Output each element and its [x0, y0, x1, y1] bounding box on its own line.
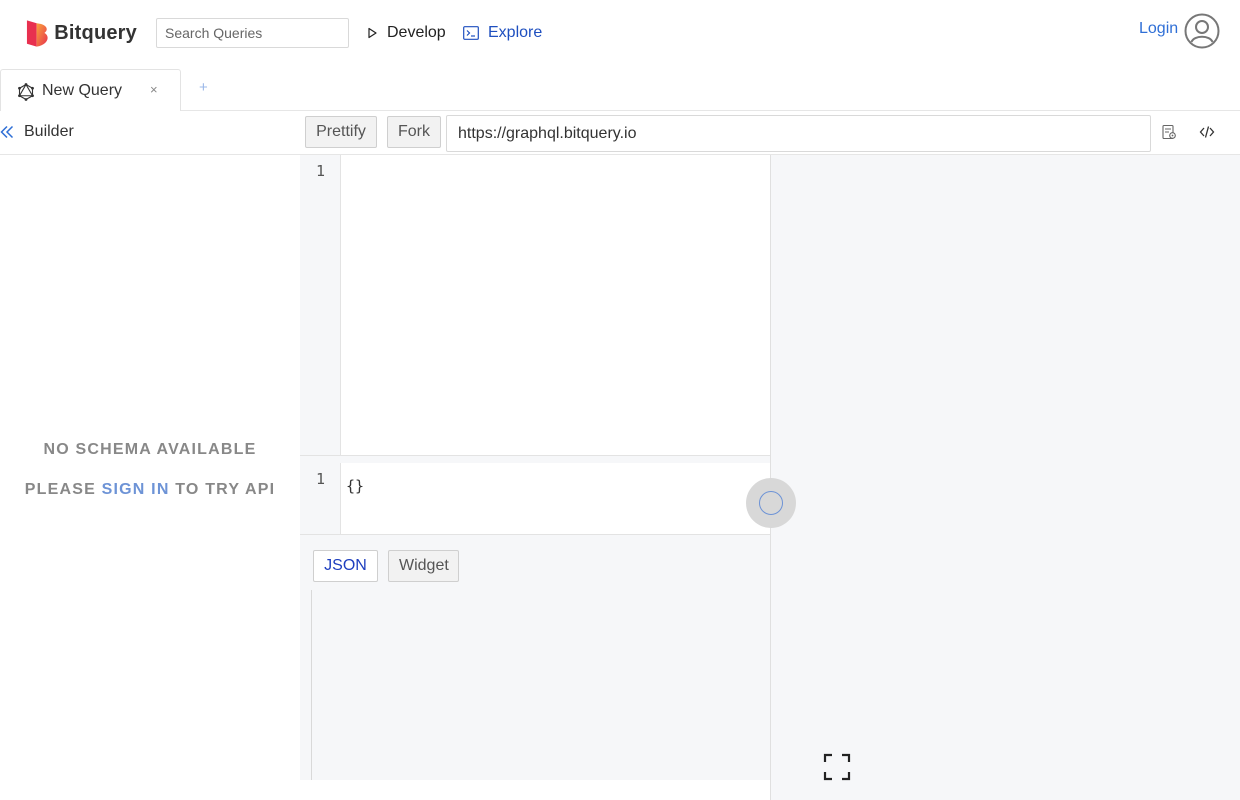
query-editor[interactable]: 1: [300, 155, 770, 455]
tab-label: New Query: [42, 82, 123, 99]
graphql-icon: [18, 83, 34, 101]
sign-in-prompt: PLEASE SIGN IN TO TRY API: [0, 481, 300, 499]
variables-border: [300, 534, 770, 535]
document-settings-icon[interactable]: [1161, 124, 1177, 140]
nav-explore[interactable]: Explore: [463, 22, 542, 44]
nav-develop-label: Develop: [387, 24, 446, 41]
widget-tab-button[interactable]: Widget: [388, 550, 459, 582]
top-header: Bitquery Develop Explore Login: [0, 0, 1240, 66]
fork-button[interactable]: Fork: [387, 116, 441, 148]
variables-text: {}: [346, 477, 365, 495]
no-schema-message: NO SCHEMA AVAILABLE: [43, 441, 257, 458]
loading-spinner-icon: [759, 491, 783, 515]
please-text: PLEASE: [24, 481, 96, 498]
line-number: 1: [315, 162, 326, 180]
terminal-icon: [463, 26, 479, 40]
variables-gutter: 1: [300, 463, 341, 535]
play-icon: [368, 27, 377, 39]
results-panel: [771, 155, 1240, 800]
brand-name: Bitquery: [54, 21, 137, 44]
endpoint-url-input[interactable]: [446, 115, 1151, 152]
line-number: 1: [315, 470, 326, 488]
login-link[interactable]: Login: [1139, 20, 1178, 38]
prettify-button[interactable]: Prettify: [305, 116, 377, 148]
fullscreen-icon[interactable]: [823, 753, 851, 781]
schema-panel: NO SCHEMA AVAILABLE PLEASE SIGN IN TO TR…: [0, 155, 300, 800]
editor-toolbar: Builder Prettify Fork: [0, 111, 1240, 155]
double-chevron-left-icon: [0, 125, 14, 139]
builder-label: Builder: [24, 123, 74, 140]
json-tab-button[interactable]: JSON: [313, 550, 378, 582]
bitquery-logo-icon: [26, 19, 48, 47]
to-try-api-text: TO TRY API: [175, 481, 276, 498]
nav-explore-label: Explore: [488, 24, 543, 41]
bitquery-logo[interactable]: Bitquery: [25, 17, 137, 49]
close-tab-icon[interactable]: ×: [150, 82, 158, 97]
sign-in-link[interactable]: SIGN IN: [102, 481, 170, 498]
code-icon[interactable]: [1199, 124, 1215, 140]
line-gutter: 1: [300, 155, 341, 455]
variables-editor[interactable]: 1 {}: [300, 463, 770, 535]
query-tabs-bar: New Query × +: [0, 66, 1240, 111]
tab-new-query[interactable]: New Query ×: [0, 69, 181, 111]
user-avatar-icon[interactable]: [1184, 13, 1220, 49]
result-view[interactable]: [311, 590, 770, 780]
execute-query-button[interactable]: [746, 478, 796, 528]
search-queries-input[interactable]: [156, 18, 349, 48]
add-tab-icon[interactable]: +: [199, 79, 208, 96]
editor-divider[interactable]: [300, 455, 770, 463]
builder-toggle[interactable]: Builder: [0, 121, 74, 143]
nav-develop[interactable]: Develop: [366, 22, 446, 44]
editor-area: 1 1 {} JSON Widget: [300, 155, 770, 780]
